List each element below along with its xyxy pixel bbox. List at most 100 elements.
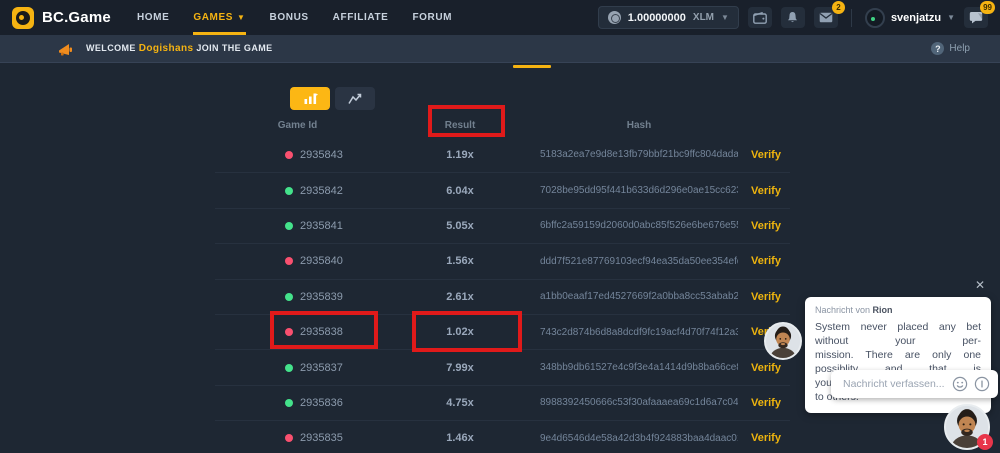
- status-dot: [285, 328, 293, 336]
- game-history-table: Game Id Result Hash 2935843 1.19x 5183a2…: [215, 113, 790, 453]
- game-id-cell: 2935837: [215, 362, 380, 374]
- nav-item-bonus[interactable]: BONUS: [270, 0, 309, 35]
- result-value: 1.56x: [380, 255, 540, 267]
- brand-logo-icon: [12, 7, 34, 29]
- bc-game-page: BC.Game HOME GAMES▼ BONUS AFFILIATE FORU…: [0, 0, 1000, 453]
- chat-unread-badge: 1: [977, 434, 993, 450]
- hash-value: 7028be95dd95f441b633d6d296e0ae15cc6238dd…: [540, 185, 738, 196]
- active-tab-indicator: [513, 65, 551, 68]
- nav-item-affiliate[interactable]: AFFILIATE: [333, 0, 389, 35]
- welcome-message: WELCOME Dogishans JOIN THE GAME: [86, 43, 273, 54]
- trend-chart-icon: [348, 93, 363, 105]
- game-id: 2935837: [300, 362, 343, 374]
- result-value: 7.99x: [380, 362, 540, 374]
- table-row: 2935841 5.05x 6bffc2a59159d2060d0abc85f5…: [215, 208, 790, 243]
- result-value: 1.02x: [380, 326, 540, 338]
- view-toggle: [290, 87, 375, 110]
- table-row: 2935836 4.75x 8988392450666c53f30afaaaea…: [215, 385, 790, 420]
- hash-value: 5183a2ea7e9d8e13fb79bbf21bc9ffc804dada4a…: [540, 149, 738, 160]
- table-row: 2935838 1.02x 743c2d874b6d8a8dcdf9fc19ac…: [215, 314, 790, 349]
- verify-link[interactable]: Verify: [738, 149, 790, 161]
- table-row: 2935835 1.46x 9e4d6546d4e58a42d3b4f92488…: [215, 420, 790, 453]
- chat-button[interactable]: 99: [964, 7, 988, 28]
- messages-button[interactable]: 2: [814, 7, 838, 28]
- header-result: Result: [380, 120, 540, 131]
- verify-link[interactable]: Verify: [738, 397, 790, 409]
- table-row: 2935839 2.61x a1bb0eaaf17ed4527669f2a0bb…: [215, 279, 790, 314]
- chevron-down-icon: ▼: [947, 13, 955, 22]
- avatar-photo: [766, 324, 800, 358]
- chat-badge: 99: [980, 1, 995, 14]
- wallet-button[interactable]: [748, 7, 772, 28]
- help-button[interactable]: ? Help: [931, 42, 970, 55]
- sender-avatar: [764, 322, 802, 360]
- game-id-cell: 2935839: [215, 291, 380, 303]
- chat-input-bar: [831, 370, 998, 398]
- status-dot: [285, 399, 293, 407]
- bell-icon: [786, 11, 799, 24]
- game-id-cell: 2935840: [215, 255, 380, 267]
- result-value: 1.19x: [380, 149, 540, 161]
- verify-link[interactable]: Verify: [738, 291, 790, 303]
- game-id: 2935839: [300, 291, 343, 303]
- game-id-cell: 2935835: [215, 432, 380, 444]
- coin-icon: [608, 11, 621, 24]
- status-dot: [285, 187, 293, 195]
- info-icon[interactable]: [974, 376, 990, 392]
- user-menu[interactable]: svenjatzu ▼: [865, 8, 955, 28]
- header-game-id: Game Id: [215, 120, 380, 131]
- close-icon[interactable]: ✕: [975, 279, 985, 291]
- hash-value: a1bb0eaaf17ed4527669f2a0bba8cc53abab26c6…: [540, 291, 738, 302]
- chat-message-input[interactable]: [843, 378, 946, 390]
- balance-currency: XLM: [693, 12, 714, 23]
- game-table-rows: 2935843 1.19x 5183a2ea7e9d8e13fb79bbf21b…: [215, 137, 790, 453]
- brand-logo[interactable]: BC.Game: [12, 7, 111, 29]
- verify-link[interactable]: Verify: [738, 362, 790, 374]
- hash-value: 6bffc2a59159d2060d0abc85f526e6be676e5590…: [540, 220, 738, 231]
- game-id: 2935840: [300, 255, 343, 267]
- verify-link[interactable]: Verify: [738, 255, 790, 267]
- verify-link[interactable]: Verify: [738, 185, 790, 197]
- game-id: 2935841: [300, 220, 343, 232]
- hash-value: 9e4d6546d4e58a42d3b4f924883baa4daac019ce…: [540, 433, 738, 444]
- table-row: 2935837 7.99x 348bb9db61527e4c9f3e4a1414…: [215, 349, 790, 384]
- hash-value: 743c2d874b6d8a8dcdf9fc19acf4d70f74f12a38…: [540, 327, 738, 338]
- main-menu: HOME GAMES▼ BONUS AFFILIATE FORUM: [137, 0, 452, 35]
- game-id: 2935842: [300, 185, 343, 197]
- balance-selector[interactable]: 1.00000000 XLM ▼: [598, 6, 739, 29]
- welcome-player-name: Dogishans: [139, 43, 194, 54]
- table-row: 2935843 1.19x 5183a2ea7e9d8e13fb79bbf21b…: [215, 137, 790, 172]
- game-id: 2935836: [300, 397, 343, 409]
- nav-item-forum[interactable]: FORUM: [412, 0, 452, 35]
- header-hash: Hash: [540, 120, 738, 131]
- username: svenjatzu: [891, 12, 941, 24]
- divider: [851, 9, 852, 27]
- status-dot: [285, 151, 293, 159]
- hash-value: 348bb9db61527e4c9f3e4a1414d9b8ba66ce8970…: [540, 362, 738, 373]
- brand-name: BC.Game: [42, 9, 111, 26]
- nav-item-games[interactable]: GAMES▼: [193, 0, 245, 35]
- game-id-cell: 2935841: [215, 220, 380, 232]
- verify-link[interactable]: Verify: [738, 432, 790, 444]
- verify-link[interactable]: Verify: [738, 220, 790, 232]
- game-id: 2935835: [300, 432, 343, 444]
- result-value: 5.05x: [380, 220, 540, 232]
- notifications-button[interactable]: [781, 7, 805, 28]
- user-avatar: [865, 8, 885, 28]
- game-id: 2935838: [300, 326, 343, 338]
- chat-sender-name: Rion: [873, 305, 893, 315]
- result-value: 6.04x: [380, 185, 540, 197]
- game-id-cell: 2935842: [215, 185, 380, 197]
- table-header: Game Id Result Hash: [215, 113, 790, 137]
- trend-view-button[interactable]: [335, 87, 375, 110]
- game-id-cell: 2935836: [215, 397, 380, 409]
- top-right-controls: 1.00000000 XLM ▼ 2 svenjatzu ▼: [598, 6, 988, 29]
- chevron-down-icon: ▼: [237, 13, 246, 22]
- list-view-button[interactable]: [290, 87, 330, 110]
- emoji-icon[interactable]: [952, 376, 968, 392]
- hash-value: ddd7f521e87769103ecf94ea35da50ee354efd1c…: [540, 256, 738, 267]
- chat-message-line: System never placed any bet without your…: [815, 320, 981, 348]
- nav-item-home[interactable]: HOME: [137, 0, 169, 35]
- bar-chart-icon: [303, 92, 318, 105]
- game-id-cell: 2935838: [215, 326, 380, 338]
